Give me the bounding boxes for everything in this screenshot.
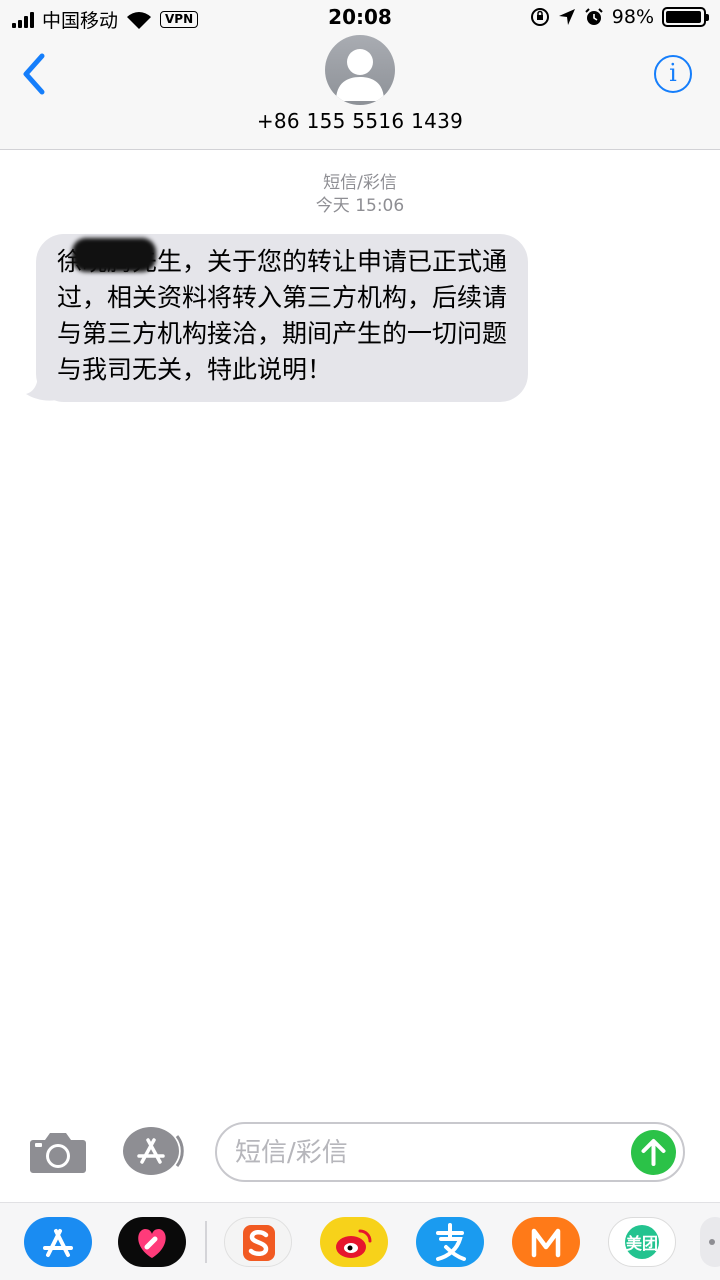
meituan-app[interactable]: 美团 [608,1217,676,1267]
app-store-app[interactable] [24,1217,92,1267]
message-meta: 短信/彩信 今天 15:06 [0,172,720,218]
mango-tv-icon [531,1228,561,1258]
sogou-input-app[interactable] [224,1217,292,1267]
meituan-label: 美团 [625,1234,658,1253]
app-store-drawer-icon[interactable] [122,1126,184,1176]
heart-icon [138,1229,166,1258]
drawer-divider [205,1221,207,1263]
sogou-icon [243,1225,275,1261]
battery-fill [666,11,702,23]
app-store-icon [43,1229,73,1257]
contact-avatar[interactable] [325,35,395,105]
send-button[interactable] [631,1130,676,1175]
arrow-up-icon [641,1139,666,1166]
alipay-icon [436,1223,466,1261]
message-timestamp: 今天 15:06 [315,196,405,216]
more-icon [709,1239,715,1245]
more-apps-button[interactable] [700,1217,720,1267]
battery-percentage: 98% [611,6,654,28]
battery-icon [662,7,709,27]
message-bubble[interactable]: 徐晓腾先生，关于您的转让申请已正式通过，相关资料将转入第三方机构，后续请与第三方… [36,234,528,402]
incoming-message[interactable]: 徐晓腾先生，关于您的转让申请已正式通过，相关资料将转入第三方机构，后续请与第三方… [26,234,528,402]
service-label: 短信/彩信 [323,173,397,193]
alarm-icon [585,8,603,25]
message-input-field[interactable] [215,1122,685,1182]
back-chevron-icon[interactable] [18,52,50,96]
camera-icon[interactable] [29,1130,87,1174]
name-redaction [72,238,156,272]
digital-touch-app[interactable] [118,1217,186,1267]
message-input[interactable] [235,1132,635,1174]
weibo-app[interactable] [320,1217,388,1267]
info-icon[interactable]: i [654,55,692,93]
alipay-app[interactable] [416,1217,484,1267]
mango-tv-app[interactable] [512,1217,580,1267]
person-silhouette-icon [336,49,384,101]
weibo-icon [336,1229,372,1258]
location-arrow-icon [558,9,575,25]
imessage-app-drawer: 美团 [0,1202,720,1280]
orientation-lock-icon [530,8,549,26]
contact-number[interactable]: +86 155 5516 1439 [0,109,720,133]
status-bar: 中国移动 VPN 20:08 98% [0,0,720,36]
